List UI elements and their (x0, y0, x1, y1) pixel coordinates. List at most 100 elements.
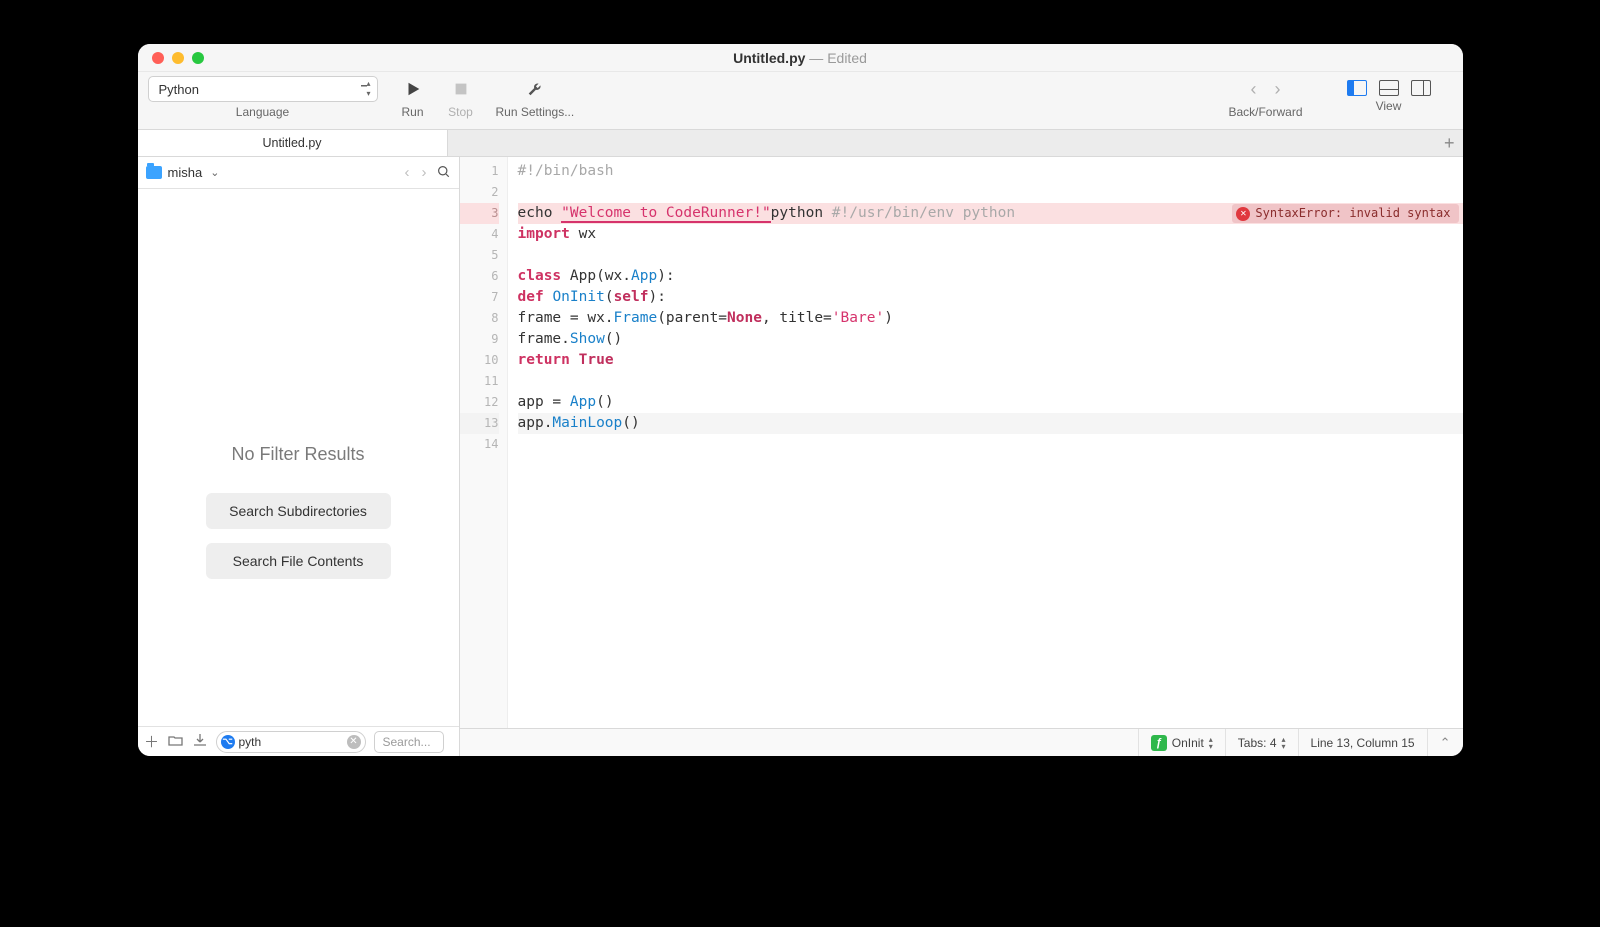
nav-group: ‹ › Back/Forward (1228, 76, 1302, 119)
titlebar: Untitled.py — Edited (138, 44, 1463, 72)
line-number: 5 (460, 245, 499, 266)
code-area[interactable]: 1234567891011121314 #!/bin/bash echo "We… (460, 157, 1463, 728)
line-number: 10 (460, 350, 499, 371)
minimize-window-button[interactable] (172, 52, 184, 64)
stop-group: Stop (448, 76, 474, 119)
filter-input[interactable]: ⌥ pyth ✕ (216, 731, 366, 753)
search-input[interactable]: Search... (374, 731, 444, 753)
stop-icon (452, 80, 470, 98)
symbol-picker[interactable]: ƒ OnInit ▴▾ (1138, 729, 1225, 757)
nav-forward-button[interactable]: › (1274, 76, 1280, 102)
search-icon (436, 164, 451, 179)
new-folder-button[interactable] (168, 733, 184, 750)
code-line[interactable]: frame = wx.Frame(parent=None, title='Bar… (518, 308, 1463, 329)
sidebar-forward-button[interactable]: › (419, 164, 430, 181)
toggle-bottom-panel-button[interactable] (1379, 80, 1399, 96)
line-number: 12 (460, 392, 499, 413)
close-window-button[interactable] (152, 52, 164, 64)
folder-chip[interactable]: misha ⌄ (146, 165, 220, 180)
chevron-up-icon: ⌃ (1440, 735, 1451, 751)
language-select[interactable]: Python ▴ ▾ (148, 76, 378, 102)
code-line[interactable] (518, 434, 1463, 455)
line-number: 3 (460, 203, 499, 224)
app-window: Untitled.py — Edited Python ▴ ▾ Language… (138, 44, 1463, 756)
new-tab-button[interactable]: + (1444, 133, 1455, 154)
no-results-label: No Filter Results (231, 444, 364, 465)
import-icon (192, 733, 207, 747)
code-line[interactable]: class App(wx.App): (518, 266, 1463, 287)
language-label: Language (236, 105, 289, 119)
updown-icon: ▴▾ (1209, 736, 1213, 750)
code-line[interactable] (518, 182, 1463, 203)
filter-type-icon: ⌥ (221, 735, 235, 749)
error-text: SyntaxError: invalid syntax (1255, 203, 1450, 224)
stop-button[interactable] (448, 76, 474, 102)
folder-name: misha (168, 165, 203, 180)
line-number: 6 (460, 266, 499, 287)
clear-filter-button[interactable]: ✕ (347, 735, 361, 749)
search-subdirectories-button[interactable]: Search Subdirectories (206, 493, 391, 529)
run-button[interactable] (400, 76, 426, 102)
run-label: Run (401, 105, 423, 119)
title-filename: Untitled.py (733, 50, 805, 66)
search-file-contents-button[interactable]: Search File Contents (206, 543, 391, 579)
window-title: Untitled.py — Edited (138, 50, 1463, 66)
line-number: 13 (460, 413, 499, 434)
editor: 1234567891011121314 #!/bin/bash echo "We… (460, 157, 1463, 756)
updown-icon: ▴▾ (1282, 736, 1286, 750)
run-group: Run (400, 76, 426, 119)
code-line[interactable]: echo "Welcome to CodeRunner!"python #!/u… (518, 203, 1463, 224)
cursor-position: Line 13, Column 15 (1298, 729, 1427, 757)
tabs-setting[interactable]: Tabs: 4 ▴▾ (1225, 729, 1298, 757)
new-file-button[interactable]: ＋ (144, 731, 160, 752)
tab-untitled[interactable]: Untitled.py (138, 130, 448, 156)
run-settings-button[interactable] (522, 76, 548, 102)
expand-status-button[interactable]: ⌃ (1427, 729, 1463, 757)
settings-group: Run Settings... (496, 76, 575, 119)
gutter: 1234567891011121314 (460, 157, 508, 728)
language-group: Python ▴ ▾ Language (148, 76, 378, 119)
import-button[interactable] (192, 733, 208, 751)
line-number: 7 (460, 287, 499, 308)
line-number: 4 (460, 224, 499, 245)
line-number: 2 (460, 182, 499, 203)
symbol-name: OnInit (1172, 736, 1204, 750)
toggle-left-panel-button[interactable] (1347, 80, 1367, 96)
sidebar-body: No Filter Results Search Subdirectories … (138, 189, 459, 726)
wrench-icon (526, 80, 544, 98)
folder-outline-icon (168, 734, 183, 746)
title-edited: — Edited (805, 50, 866, 66)
code-line[interactable]: #!/bin/bash (518, 161, 1463, 182)
folder-icon (146, 166, 162, 179)
view-group: View (1347, 76, 1431, 113)
sidebar-back-button[interactable]: ‹ (402, 164, 413, 181)
line-number: 14 (460, 434, 499, 455)
toggle-right-panel-button[interactable] (1411, 80, 1431, 96)
error-icon: ✕ (1236, 207, 1250, 221)
error-badge[interactable]: ✕ SyntaxError: invalid syntax (1232, 204, 1458, 223)
code-line[interactable] (518, 371, 1463, 392)
maximize-window-button[interactable] (192, 52, 204, 64)
statusbar: ƒ OnInit ▴▾ Tabs: 4 ▴▾ Line 13, Column 1… (460, 728, 1463, 756)
toolbar: Python ▴ ▾ Language Run Stop Run Setting… (138, 72, 1463, 130)
language-value: Python (159, 82, 199, 97)
main-split: misha ⌄ ‹ › No Filter Results Search Sub… (138, 157, 1463, 756)
play-icon (404, 80, 422, 98)
caret-down-icon: ▾ (366, 90, 370, 98)
code-line[interactable]: return True (518, 350, 1463, 371)
view-label: View (1376, 99, 1402, 113)
code[interactable]: #!/bin/bash echo "Welcome to CodeRunner!… (508, 157, 1463, 728)
caret-up-icon: ▴ (366, 80, 370, 88)
code-line[interactable]: app = App() (518, 392, 1463, 413)
sidebar-search-button[interactable] (436, 164, 451, 182)
code-line[interactable]: import wx (518, 224, 1463, 245)
code-line[interactable]: def OnInit(self): (518, 287, 1463, 308)
function-icon: ƒ (1151, 735, 1167, 751)
tab-label: Untitled.py (262, 136, 321, 150)
code-line[interactable] (518, 245, 1463, 266)
code-line[interactable]: frame.Show() (518, 329, 1463, 350)
nav-back-button[interactable]: ‹ (1250, 76, 1256, 102)
line-number: 8 (460, 308, 499, 329)
code-line[interactable]: app.MainLoop() (518, 413, 1463, 434)
chevron-down-icon: ⌄ (210, 166, 219, 179)
